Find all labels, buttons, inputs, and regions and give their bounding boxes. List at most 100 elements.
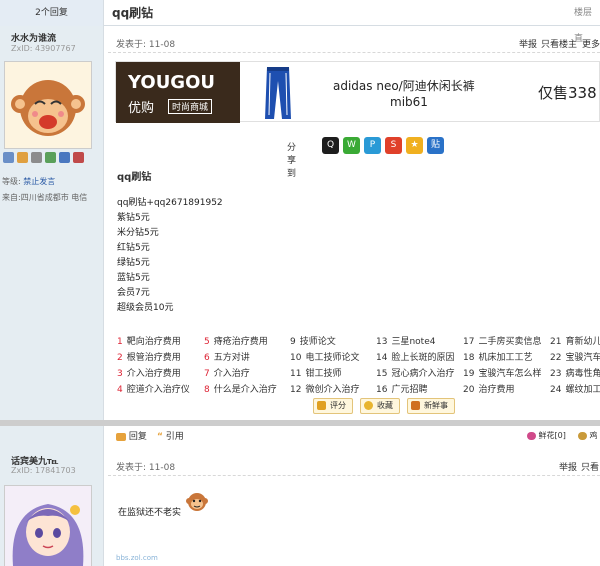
share-news-label: 新鲜事 [424, 401, 448, 410]
post1-from: 来自:四川省成都市 电信 [2, 193, 88, 202]
related-link-number: 2 [117, 353, 123, 363]
related-link[interactable]: 19 宝骏汽车怎么样 [463, 366, 541, 379]
related-link[interactable]: 16 广元招聘 [376, 382, 427, 395]
reply-button[interactable]: 回复 [116, 429, 147, 442]
level-value[interactable]: 禁止发言 [23, 177, 55, 186]
email-icon[interactable] [59, 152, 70, 163]
related-link-number: 1 [117, 337, 123, 347]
report-link[interactable]: 举报 [519, 37, 537, 50]
flower-button[interactable]: 鲜花[0] [527, 430, 566, 441]
related-link[interactable]: 24 螺纹加工 [550, 382, 600, 395]
monkey-emoji-icon [186, 493, 208, 511]
related-link[interactable]: 22 宝骏汽车 [550, 350, 600, 363]
post2-zxid: ZxID: 17841703 [11, 466, 76, 475]
body-line: 紫钻5元 [117, 213, 150, 223]
related-link[interactable]: 5 痔疮治疗费用 [204, 334, 268, 347]
related-link[interactable]: 23 病毒性角 [550, 366, 600, 379]
reply-icon [116, 432, 126, 441]
post2-time: 发表于: 11-08 [116, 463, 176, 473]
related-link-number: 13 [376, 337, 388, 347]
related-link[interactable]: 11 钳工技师 [290, 366, 341, 379]
monkey-avatar-icon [5, 62, 91, 148]
favorite-label: 收藏 [377, 401, 393, 410]
related-link[interactable]: 2 根管治疗费用 [117, 350, 181, 363]
body-line: 会员7元 [117, 288, 150, 298]
post1-username[interactable]: 水水为谁流 [11, 31, 56, 44]
related-link[interactable]: 13 三星note4 [376, 334, 435, 347]
ad-banner[interactable]: YOUGOU 优购 时尚商城 adidas neo/阿迪休闲长裤 mib61 仅… [115, 61, 600, 123]
reply-label: 回复 [128, 432, 147, 442]
egg-icon [578, 431, 587, 440]
related-link-text: 钳工技师 [305, 369, 342, 379]
related-link[interactable]: 6 五方对讲 [204, 350, 250, 363]
related-link-number: 5 [204, 337, 210, 347]
post1-avatar[interactable] [4, 61, 92, 149]
related-link-text: 腔道介入治疗仪 [126, 385, 190, 395]
related-link[interactable]: 14 脸上长斑的原因 [376, 350, 454, 363]
related-link-text: 广元招聘 [391, 385, 428, 395]
thread-header: 2个回复 qq刷钻 楼层直 [0, 0, 600, 44]
more-link[interactable]: 更多 [582, 37, 600, 50]
weibo-share-icon[interactable]: S [385, 137, 402, 154]
related-link[interactable]: 7 介入治疗 [204, 366, 250, 379]
qzone-share-icon[interactable]: P [364, 137, 381, 154]
related-link[interactable]: 9 技师论文 [290, 334, 336, 347]
related-link[interactable]: 18 机床加工工艺 [463, 350, 532, 363]
post2-avatar[interactable] [4, 485, 92, 566]
related-link-text: 痔疮治疗费用 [213, 337, 268, 347]
related-link-number: 7 [204, 369, 210, 379]
related-link-number: 4 [117, 385, 123, 395]
tieba-share-icon[interactable]: 贴 [427, 137, 444, 154]
related-link-text: 靶向治疗费用 [126, 337, 181, 347]
related-link-number: 11 [290, 369, 302, 379]
related-link-text: 什么是介入治疗 [213, 385, 277, 395]
posts-icon[interactable] [45, 152, 56, 163]
related-link-number: 16 [376, 385, 388, 395]
message-icon[interactable] [3, 152, 14, 163]
add-friend-icon[interactable] [17, 152, 28, 163]
star-share-icon[interactable]: ★ [406, 137, 423, 154]
body-line: 超级会员10元 [117, 303, 174, 313]
related-link-text: 脸上长斑的原因 [391, 353, 455, 363]
watermark: bbs.zol.com [116, 554, 158, 562]
qq-icon[interactable] [73, 152, 84, 163]
wechat-share-icon[interactable]: W [343, 137, 360, 154]
post2-only-link[interactable]: 只看 [581, 460, 599, 473]
favorite-button[interactable]: 收藏 [360, 398, 400, 414]
related-link[interactable]: 12 微创介入治疗 [290, 382, 359, 395]
related-link[interactable]: 17 二手房买卖信息 [463, 334, 541, 347]
only-op-link[interactable]: 只看楼主 [541, 37, 577, 50]
related-link-number: 18 [463, 353, 475, 363]
related-link-text: 根管治疗费用 [126, 353, 181, 363]
related-link-text: 冠心病介入治疗 [391, 369, 455, 379]
quote-button[interactable]: “ 引用 [157, 429, 184, 442]
related-link[interactable]: 20 治疗费用 [463, 382, 514, 395]
related-link[interactable]: 3 介入治疗费用 [117, 366, 181, 379]
related-link[interactable]: 15 冠心病介入治疗 [376, 366, 454, 379]
post2-report-link[interactable]: 举报 [559, 460, 577, 473]
related-link-number: 20 [463, 385, 475, 395]
related-link[interactable]: 4 腔道介入治疗仪 [117, 382, 190, 395]
ad-brand-cn: 优购 [128, 101, 155, 116]
flower-count: 鲜花[0] [538, 431, 566, 440]
profile-icon[interactable] [31, 152, 42, 163]
related-link-number: 6 [204, 353, 210, 363]
related-link[interactable]: 21 育新幼儿 [550, 334, 600, 347]
related-link-text: 介入治疗费用 [126, 369, 181, 379]
news-icon [411, 401, 420, 410]
flower-icon [527, 431, 536, 440]
related-link[interactable]: 1 靶向治疗费用 [117, 334, 181, 347]
ad-brand: YOUGOU [128, 72, 216, 93]
qq-share-icon[interactable]: Q [322, 137, 339, 154]
post-separator [0, 420, 600, 426]
reply-count: 2个回复 [0, 0, 104, 26]
related-link-text: 病毒性角 [565, 369, 600, 379]
related-link-number: 8 [204, 385, 210, 395]
quote-label: 引用 [165, 432, 184, 442]
rate-button[interactable]: 评分 [313, 398, 353, 414]
related-links: 1 靶向治疗费用 5 痔疮治疗费用 9 技师论文 13 三星note4 17 二手房买卖信息 21 育… [117, 334, 600, 398]
egg-button[interactable]: 鸡 [578, 430, 598, 441]
related-link[interactable]: 8 什么是介入治疗 [204, 382, 277, 395]
share-news-button[interactable]: 新鲜事 [407, 398, 455, 414]
related-link[interactable]: 10 电工技师论文 [290, 350, 359, 363]
